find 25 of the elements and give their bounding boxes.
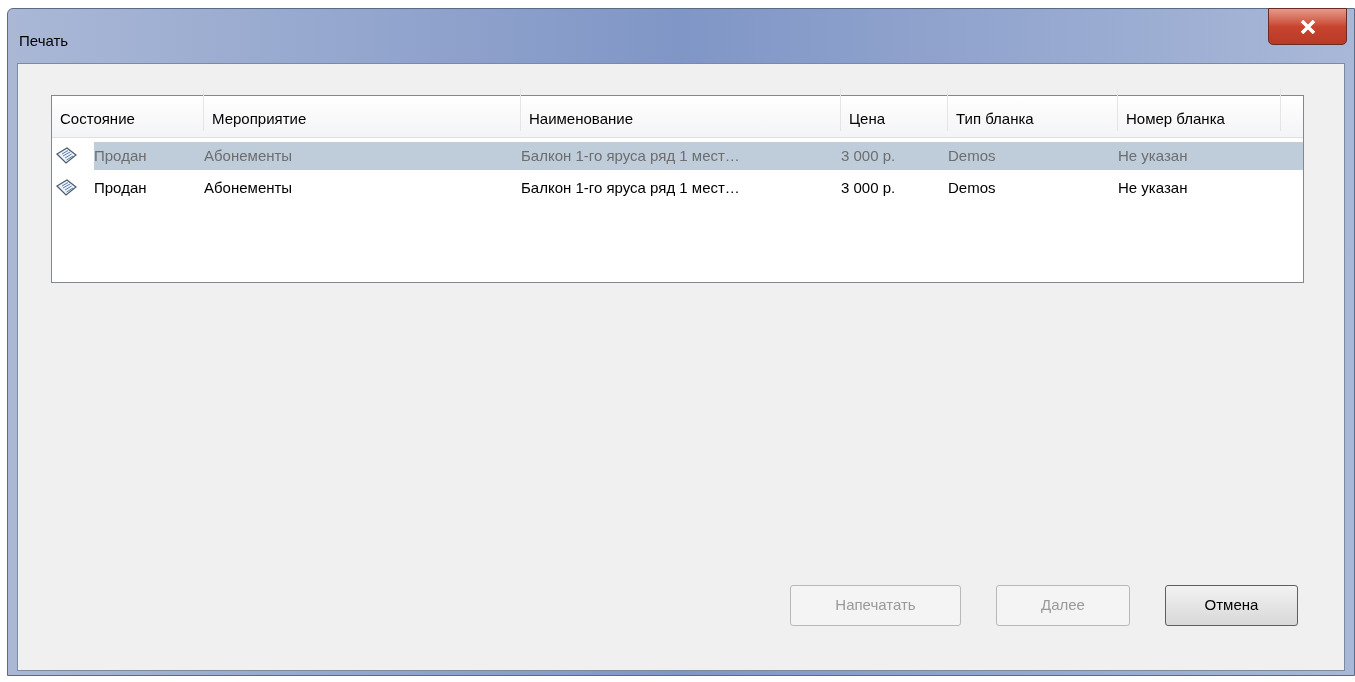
table-cell-text: 3 000 р. [840,145,897,166]
table-cell-text: Продан [94,177,148,198]
table-cell-text: Балкон 1-го яруса ряд 1 мест… [520,177,741,198]
table-cell-text: Demos [947,145,997,166]
column-header[interactable]: Мероприятие [204,89,521,131]
table-cell-text: Не указан [1117,177,1189,198]
column-header[interactable]: Состояние [52,89,204,131]
document-icon [54,146,78,166]
document-icon [54,178,78,198]
table-cell-text: Абонементы [203,145,294,166]
table-cell-text: Не указан [1117,145,1189,166]
column-header[interactable]: Цена [841,89,948,131]
column-header[interactable]: Тип бланка [948,89,1118,131]
dialog-button[interactable]: Отмена [1165,585,1298,626]
close-button[interactable] [1268,8,1347,45]
column-header[interactable]: Наименование [521,89,841,131]
window-title: Печать [19,31,69,51]
table-cell-text: Продан [94,145,148,166]
table-cell-text: 3 000 р. [840,177,897,198]
close-icon [1299,19,1316,34]
table-cell-text: Demos [947,177,997,198]
column-header[interactable]: Номер бланка [1118,89,1281,131]
table-cell-text: Балкон 1-го яруса ряд 1 мест… [520,145,741,166]
table-row[interactable]: Продан Абонементы Балкон 1-го яруса ряд 1 мест… 3 000 р. Demos Не указан [94,174,1303,202]
table-cell-text: Абонементы [203,177,294,198]
